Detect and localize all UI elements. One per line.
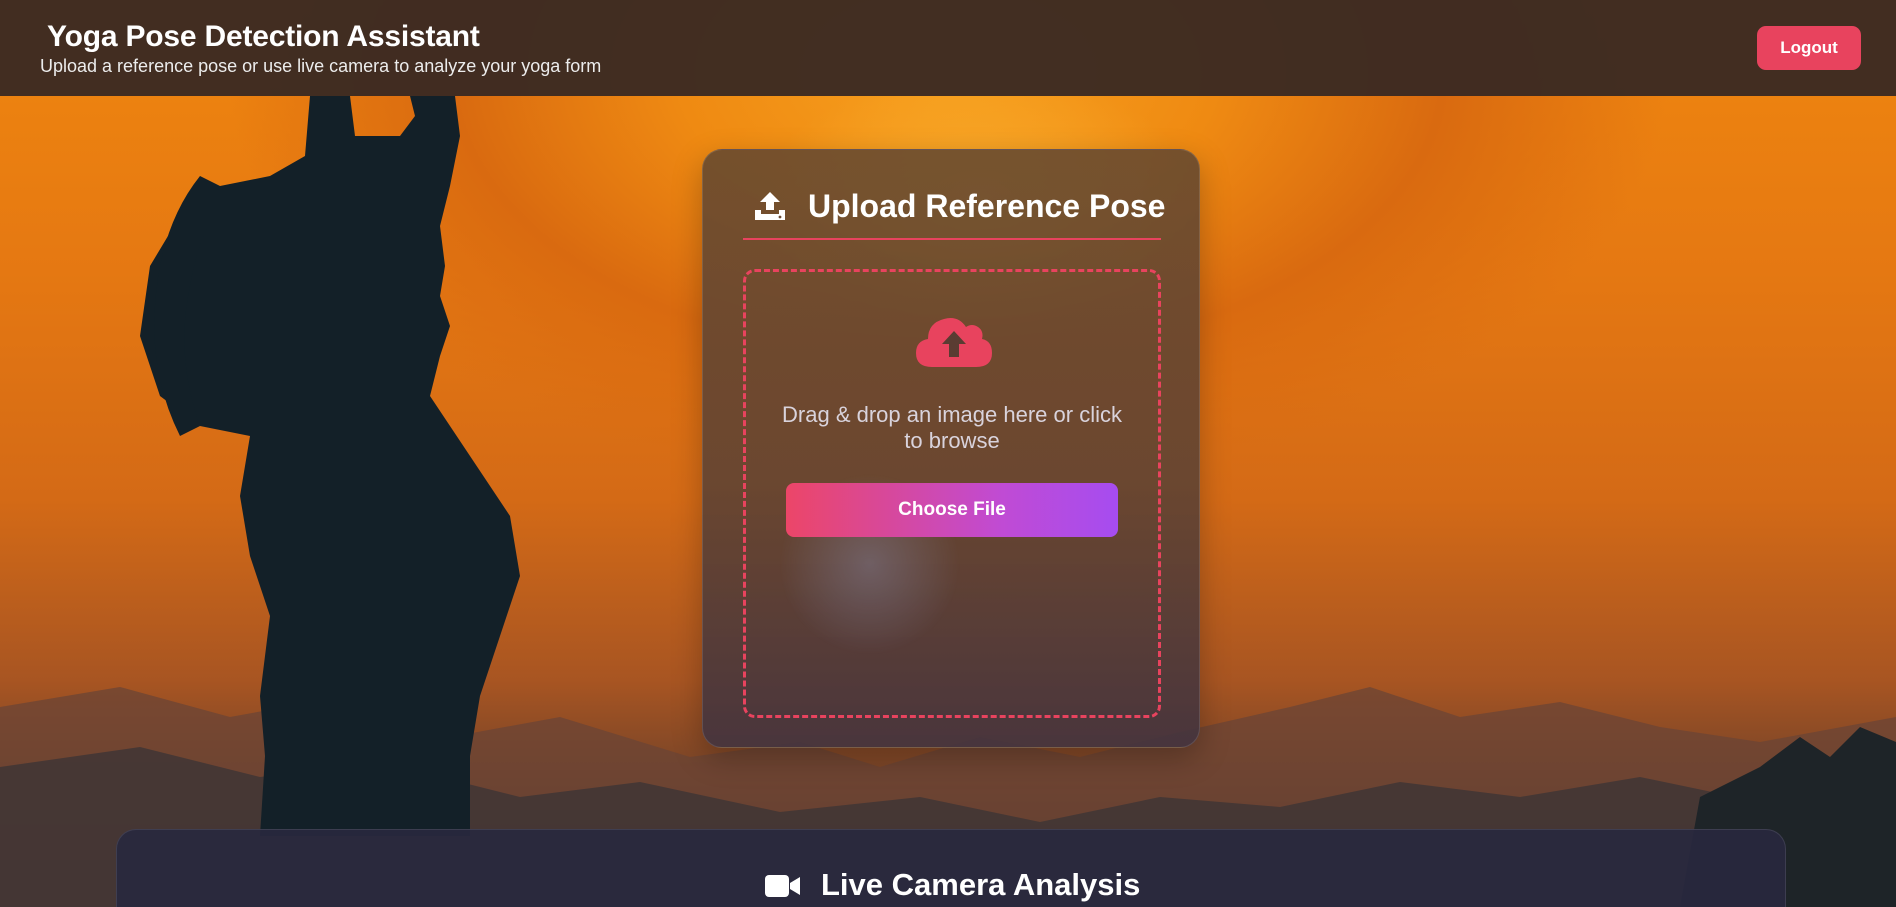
cloud-upload-icon [916, 318, 992, 367]
live-camera-analysis-card: Live Camera Analysis [116, 829, 1786, 907]
app-header: Yoga Pose Detection Assistant Upload a r… [0, 0, 1896, 96]
choose-file-button[interactable]: Choose File [786, 483, 1118, 537]
camera-card-title: Live Camera Analysis [821, 867, 1141, 902]
upload-reference-pose-card: Upload Reference Pose Drag & drop an ima… [702, 149, 1200, 748]
dropzone-instructions: Drag & drop an image here or click to br… [782, 402, 1122, 453]
yoga-woman-silhouette [140, 96, 520, 836]
logout-button[interactable]: Logout [1757, 26, 1861, 70]
upload-icon [755, 192, 785, 220]
video-camera-icon [765, 875, 800, 897]
upload-card-heading: Upload Reference Pose [743, 184, 1165, 240]
app-subtitle: Upload a reference pose or use live came… [40, 56, 602, 76]
upload-card-title: Upload Reference Pose [808, 188, 1166, 224]
page-background: Yoga Pose Detection Assistant Upload a r… [0, 0, 1896, 907]
image-dropzone[interactable]: Drag & drop an image here or click to br… [743, 269, 1161, 718]
app-title: Yoga Pose Detection Assistant [47, 20, 480, 53]
